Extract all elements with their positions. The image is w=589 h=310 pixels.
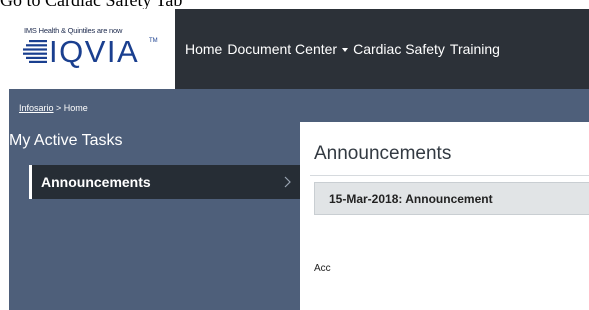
sidebar-item-label: Announcements xyxy=(41,174,151,190)
nav-cardiac-safety[interactable]: Cardiac Safety xyxy=(353,41,445,57)
announcement-title: 15-Mar-2018: Announcement xyxy=(329,192,493,206)
logo-trademark: TM xyxy=(149,38,158,44)
page-title: Announcements xyxy=(314,143,452,164)
sidebar-heading: My Active Tasks xyxy=(9,132,123,149)
title-divider xyxy=(310,175,589,176)
iqvia-logo[interactable]: IMS Health & Quintiles are now IQVIA TM xyxy=(9,9,175,89)
nav-document-center[interactable]: Document Center xyxy=(227,41,349,57)
announcement-header[interactable]: 15-Mar-2018: Announcement xyxy=(314,182,589,215)
iqvia-logo-mark-icon xyxy=(23,40,47,63)
main-nav: Home Document Center Cardiac Safety Trai… xyxy=(185,9,500,89)
logo-wordmark: IQVIA xyxy=(49,34,140,69)
sidebar: My Active Tasks Announcements xyxy=(9,122,300,310)
breadcrumb-current: Home xyxy=(63,103,88,113)
top-navbar: IMS Health & Quintiles are now IQVIA TM … xyxy=(9,9,589,89)
chevron-right-icon xyxy=(284,176,291,188)
nav-training[interactable]: Training xyxy=(450,41,500,57)
main-content: Announcements 15-Mar-2018: Announcement … xyxy=(300,122,589,310)
breadcrumb-separator: > xyxy=(53,103,64,113)
caret-down-icon xyxy=(342,48,349,52)
announcement-body-text: Acc xyxy=(314,263,331,274)
sidebar-item-announcements[interactable]: Announcements xyxy=(29,165,300,199)
nav-document-center-label: Document Center xyxy=(227,41,338,57)
breadcrumb: Infosario > Home xyxy=(19,103,88,113)
nav-home[interactable]: Home xyxy=(185,41,222,57)
breadcrumb-bar: Infosario > Home xyxy=(9,89,589,122)
breadcrumb-root-link[interactable]: Infosario xyxy=(19,103,54,113)
page-caption: Go to Cardiac Safety Tab xyxy=(0,0,589,9)
